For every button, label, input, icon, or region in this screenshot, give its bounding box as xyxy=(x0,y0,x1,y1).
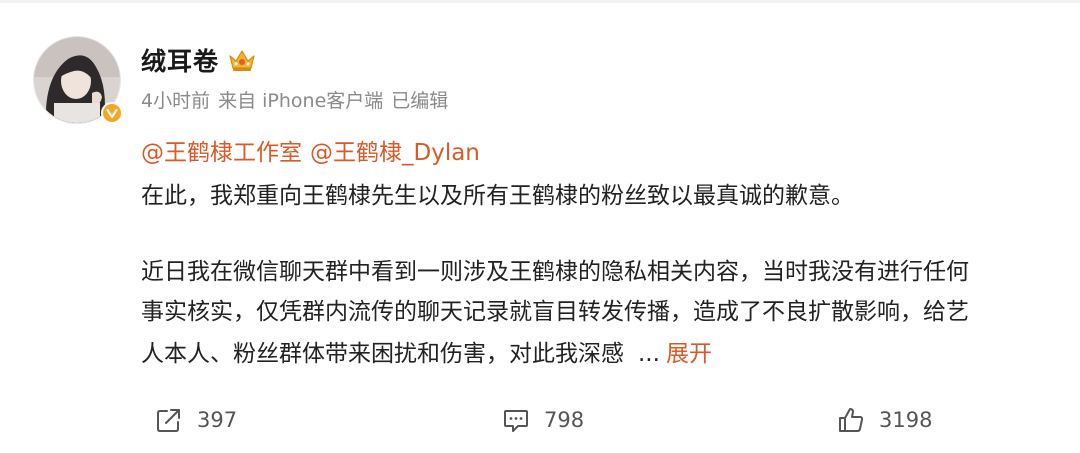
verified-badge-icon xyxy=(101,102,123,124)
post-time: 4小时前 xyxy=(141,90,211,112)
comment-count: 798 xyxy=(544,408,585,432)
mentions-line: @王鹤棣工作室 @王鹤棣_Dylan xyxy=(141,133,480,167)
username[interactable]: 绒耳卷 xyxy=(141,42,219,78)
mention-link-dylan[interactable]: @王鹤棣_Dylan xyxy=(310,140,480,166)
crown-icon[interactable] xyxy=(227,47,257,73)
post-paragraph-2-line-2: 事实核实，仅凭群内流传的聊天记录就盲目转发传播，造成了不良扩散影响，给艺 xyxy=(141,299,969,325)
truncation-ellipsis: ... xyxy=(638,341,660,367)
post-meta: 4小时前 来自 iPhone客户端 已编辑 xyxy=(141,86,448,113)
like-count: 3198 xyxy=(879,408,933,432)
mention-link-studio[interactable]: @王鹤棣工作室 xyxy=(141,140,302,166)
comment-icon xyxy=(504,410,528,432)
post-source: 来自 iPhone客户端 xyxy=(218,90,384,112)
share-button[interactable]: 397 xyxy=(155,402,237,438)
comment-button[interactable]: 798 xyxy=(502,402,584,438)
post-paragraph-2-line-1: 近日我在微信聊天群中看到一则涉及王鹤棣的隐私相关内容，当时我没有进行任何 xyxy=(141,259,969,285)
thumbs-up-icon xyxy=(839,408,864,432)
edited-label[interactable]: 已编辑 xyxy=(391,90,448,112)
top-divider xyxy=(0,0,1080,3)
share-count: 397 xyxy=(197,408,238,432)
post-paragraph-1: 在此，我郑重向王鹤棣先生以及所有王鹤棣的粉丝致以最真诚的歉意。 xyxy=(141,183,854,209)
post-paragraph-2-text: 人本人、粉丝群体带来困扰和伤害，对此我深感 xyxy=(141,341,624,367)
expand-link[interactable]: 展开 xyxy=(666,341,712,367)
share-icon xyxy=(157,409,180,432)
avatar[interactable] xyxy=(33,36,123,126)
username-row: 绒耳卷 xyxy=(141,40,257,80)
like-button[interactable]: 3198 xyxy=(837,402,932,438)
post-paragraph-2-line-3: 人本人、粉丝群体带来困扰和伤害，对此我深感... 展开 xyxy=(141,334,712,374)
